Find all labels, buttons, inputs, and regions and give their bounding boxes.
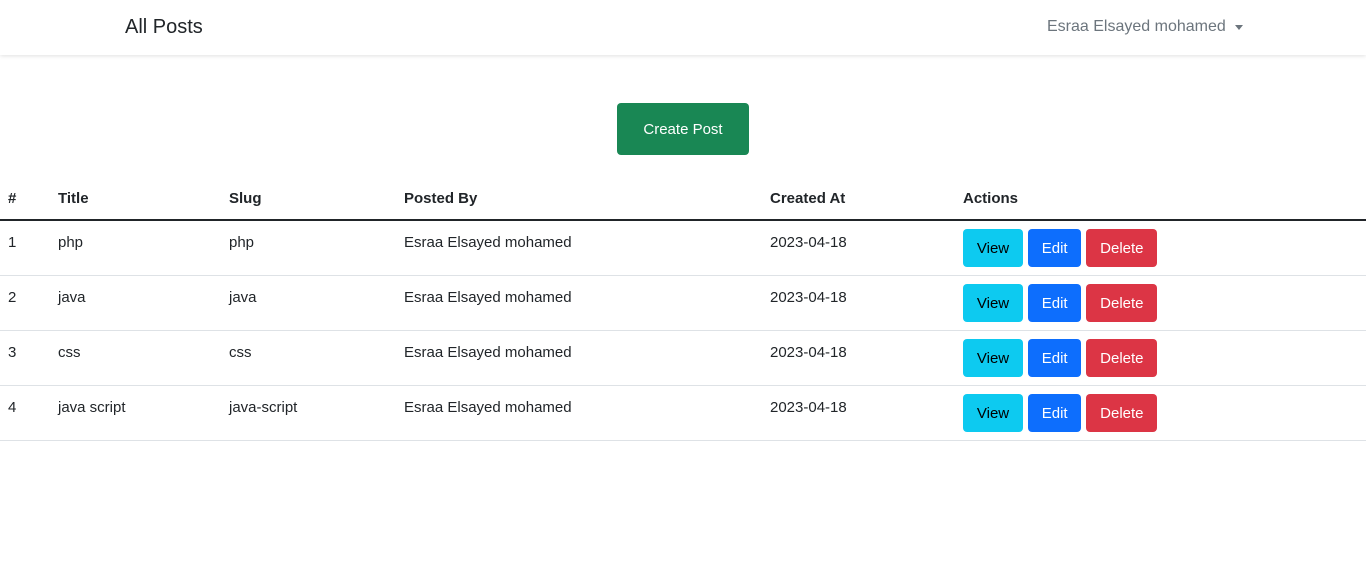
delete-button[interactable]: Delete (1086, 284, 1158, 322)
create-post-button[interactable]: Create Post (617, 103, 749, 155)
view-button[interactable]: View (963, 229, 1023, 267)
view-button[interactable]: View (963, 394, 1023, 432)
row-posted-by: Esraa Elsayed mohamed (404, 399, 572, 416)
row-posted-by: Esraa Elsayed mohamed (404, 234, 572, 251)
posts-table: # Title Slug Posted By Created At Action… (0, 178, 1366, 441)
row-slug: css (229, 344, 252, 361)
row-title: php (58, 234, 84, 251)
table-row: 3 css css Esraa Elsayed mohamed 2023-04-… (0, 330, 1366, 386)
header-posted-by: Posted By (396, 178, 762, 221)
row-created-at: 2023-04-18 (770, 289, 847, 306)
user-name: Esraa Elsayed mohamed (1047, 18, 1226, 35)
row-created-at: 2023-04-18 (770, 344, 847, 361)
row-title: css (58, 344, 81, 361)
delete-button[interactable]: Delete (1086, 339, 1158, 377)
navbar: All Posts Esraa Elsayed mohamed (0, 0, 1366, 55)
edit-button[interactable]: Edit (1028, 229, 1082, 267)
caret-down-icon (1234, 24, 1243, 30)
table-header-row: # Title Slug Posted By Created At Action… (0, 178, 1366, 221)
row-created-at: 2023-04-18 (770, 234, 847, 251)
brand-title[interactable]: All Posts (125, 16, 203, 39)
table-row: 1 php php Esraa Elsayed mohamed 2023-04-… (0, 220, 1366, 276)
header-created-at: Created At (762, 178, 955, 221)
row-slug: java-script (229, 399, 298, 416)
delete-button[interactable]: Delete (1086, 394, 1158, 432)
view-button[interactable]: View (963, 284, 1023, 322)
table-row: 4 java script java-script Esraa Elsayed … (0, 385, 1366, 441)
header-title: Title (50, 178, 221, 221)
row-slug: php (229, 234, 255, 251)
row-created-at: 2023-04-18 (770, 399, 847, 416)
header-actions: Actions (955, 178, 1366, 221)
row-posted-by: Esraa Elsayed mohamed (404, 344, 572, 361)
edit-button[interactable]: Edit (1028, 339, 1082, 377)
row-actions: View Edit Delete (955, 220, 1366, 276)
header-slug: Slug (221, 178, 396, 221)
row-num: 1 (8, 234, 17, 251)
row-num: 4 (8, 399, 17, 416)
edit-button[interactable]: Edit (1028, 394, 1082, 432)
view-button[interactable]: View (963, 339, 1023, 377)
row-title: java script (58, 399, 126, 416)
edit-button[interactable]: Edit (1028, 284, 1082, 322)
row-posted-by: Esraa Elsayed mohamed (404, 289, 572, 306)
table-row: 2 java java Esraa Elsayed mohamed 2023-0… (0, 275, 1366, 331)
row-title: java (58, 289, 86, 306)
header-num: # (0, 178, 50, 221)
row-slug: java (229, 289, 257, 306)
row-num: 3 (8, 344, 17, 361)
row-actions: View Edit Delete (955, 385, 1366, 441)
user-dropdown[interactable]: Esraa Elsayed mohamed (1047, 18, 1243, 36)
row-actions: View Edit Delete (955, 330, 1366, 386)
delete-button[interactable]: Delete (1086, 229, 1158, 267)
row-num: 2 (8, 289, 17, 306)
row-actions: View Edit Delete (955, 275, 1366, 331)
